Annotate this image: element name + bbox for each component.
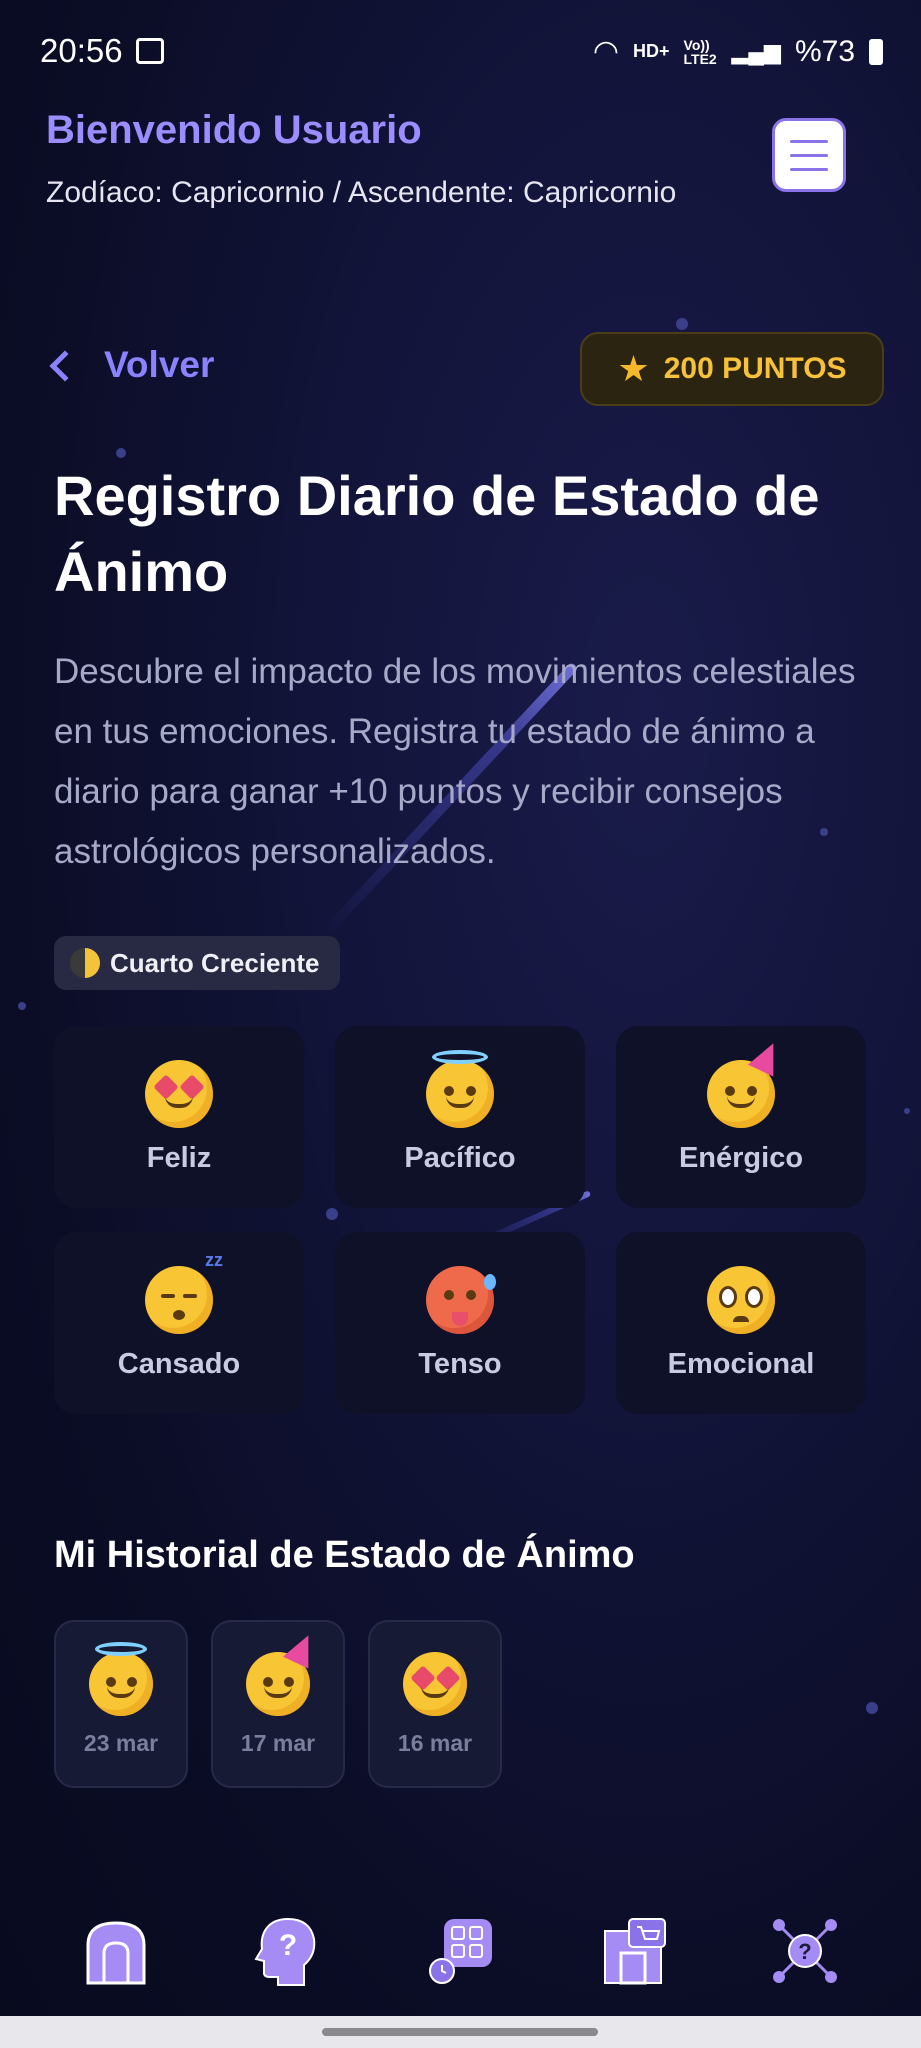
history-date: 16 mar xyxy=(397,1729,473,1756)
mood-label: Enérgico xyxy=(678,1141,804,1174)
status-bar: 20:56 ◠ HD+ Vo)) LTE2 ▂▄▆ %73 xyxy=(0,0,921,100)
sleeping-face-icon: zz xyxy=(145,1250,223,1334)
mood-label: Emocional xyxy=(667,1347,815,1380)
smiling-face-with-halo-icon xyxy=(426,1049,494,1128)
page-description: Descubre el impacto de los movimientos c… xyxy=(54,652,856,871)
signal-icon: ▂▄▆ xyxy=(731,38,781,64)
nav-help[interactable]: ? xyxy=(250,1913,326,1989)
menu-icon-line xyxy=(790,153,828,157)
moon-phase-badge: Cuarto Creciente xyxy=(54,936,340,990)
nav-shop[interactable] xyxy=(595,1913,671,1989)
network-type: HD+ xyxy=(633,41,670,61)
points-badge: ★ 200 PUNTOS xyxy=(580,332,884,406)
status-time: 20:56 xyxy=(40,32,123,69)
nav-apps[interactable] xyxy=(422,1913,498,1989)
mood-option-cansado[interactable]: zz Cansado xyxy=(54,1232,304,1414)
battery-percent: %73 xyxy=(794,34,855,68)
nav-network[interactable]: ? xyxy=(767,1913,843,1989)
mood-option-energico[interactable]: Enérgico xyxy=(616,1026,866,1208)
history-entry[interactable]: 23 mar xyxy=(54,1620,188,1788)
partying-face-icon xyxy=(246,1628,322,1716)
chevron-left-icon xyxy=(49,350,81,382)
menu-icon xyxy=(790,139,828,143)
home-icon xyxy=(86,1921,146,1985)
mood-option-emocional[interactable]: Emocional xyxy=(616,1232,866,1414)
moon-phase-label: Cuarto Creciente xyxy=(110,947,320,978)
history-list: 23 mar 17 mar 16 mar xyxy=(54,1620,502,1788)
gallery-notification-icon xyxy=(136,38,164,64)
hot-face-icon xyxy=(426,1265,496,1334)
mood-option-tenso[interactable]: Tenso xyxy=(335,1232,585,1414)
wifi-icon: ◠ xyxy=(592,35,619,68)
smiling-face-with-halo-icon xyxy=(89,1641,153,1716)
star-decoration xyxy=(866,1702,878,1714)
mood-option-feliz[interactable]: Feliz xyxy=(54,1026,304,1208)
star-decoration xyxy=(904,1108,910,1114)
battery-icon xyxy=(869,38,883,65)
welcome-title: Bienvenido Usuario xyxy=(46,108,422,152)
shooting-star-icon: ★ xyxy=(617,348,650,389)
status-icons: ◠ HD+ Vo)) LTE2 ▂▄▆ %73 xyxy=(593,34,883,69)
svg-text:?: ? xyxy=(798,1939,811,1964)
lte-indicator: Vo)) LTE2 xyxy=(683,36,717,67)
help-head-icon: ? xyxy=(254,1917,316,1986)
star-decoration xyxy=(18,1002,26,1010)
nav-home[interactable] xyxy=(78,1913,154,1989)
mood-label: Cansado xyxy=(117,1347,241,1380)
history-date: 23 mar xyxy=(83,1729,159,1756)
history-entry[interactable]: 17 mar xyxy=(211,1620,345,1788)
points-label: 200 PUNTOS xyxy=(663,352,847,385)
home-gesture-handle[interactable] xyxy=(322,2028,598,2036)
svg-text:?: ? xyxy=(279,1929,297,1962)
star-decoration xyxy=(116,448,126,458)
mood-label: Feliz xyxy=(146,1141,212,1174)
star-decoration xyxy=(676,318,688,330)
partying-face-icon xyxy=(707,1036,787,1128)
star-struck-face-icon xyxy=(145,1059,213,1128)
back-button[interactable]: Volver xyxy=(49,344,215,386)
pleading-face-icon xyxy=(707,1265,775,1334)
mood-grid: Feliz Pacífico Enérgico zz Cansado Tenso… xyxy=(54,1026,866,1414)
apps-grid-icon xyxy=(429,1919,493,1984)
back-label: Volver xyxy=(104,344,215,385)
menu-icon-line xyxy=(790,167,828,171)
mood-label: Tenso xyxy=(418,1347,502,1380)
history-date: 17 mar xyxy=(240,1729,316,1756)
bottom-navigation: ? ? xyxy=(0,1886,921,2016)
history-title: Mi Historial de Estado de Ánimo xyxy=(54,1534,635,1576)
star-struck-face-icon xyxy=(403,1651,467,1716)
mood-label: Pacífico xyxy=(404,1141,516,1174)
first-quarter-moon-icon xyxy=(70,948,100,978)
history-entry[interactable]: 16 mar xyxy=(368,1620,502,1788)
network-help-icon: ? xyxy=(772,1919,837,1983)
menu-button[interactable] xyxy=(772,118,846,192)
shop-icon xyxy=(603,1918,666,1985)
zodiac-info: Zodíaco: Capricornio / Ascendente: Capri… xyxy=(46,176,677,209)
mood-option-pacifico[interactable]: Pacífico xyxy=(335,1026,585,1208)
page-title: Registro Diario de Estado de Ánimo xyxy=(54,464,820,603)
